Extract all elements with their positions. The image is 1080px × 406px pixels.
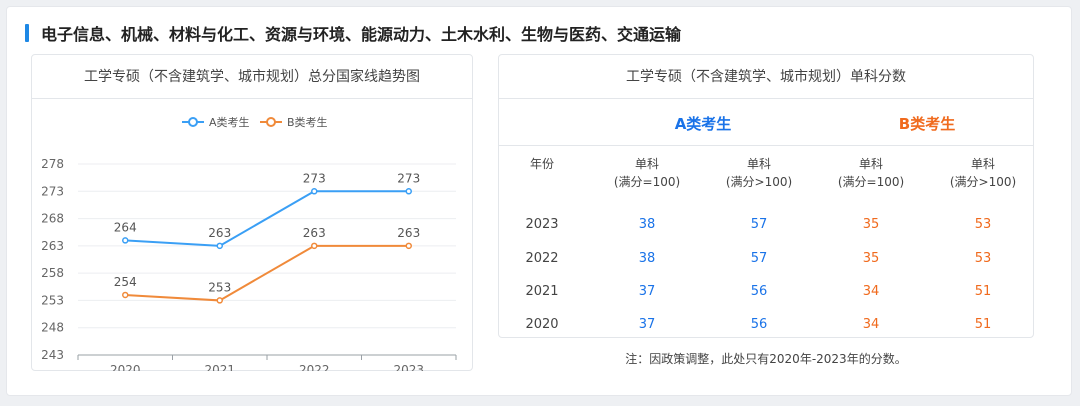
group-b-header: B类考生 [898, 115, 956, 133]
table-cell-b1: 35 [862, 217, 880, 232]
score-table-card: 工学专硕（不含建筑学、城市规划）单科分数 A类考生 B类考生 年份 单科 (满分… [498, 54, 1034, 338]
table-title: 工学专硕（不含建筑学、城市规划）单科分数 [499, 55, 1033, 99]
table-row-year: 2021 [525, 284, 559, 299]
data-point [311, 188, 318, 195]
column-header-a2-line2: (满分>100) [725, 175, 793, 189]
section-heading: 电子信息、机械、材料与化工、资源与环境、能源动力、土木水利、生物与医药、交通运输 [25, 22, 681, 44]
table-cell-b1: 35 [862, 251, 880, 266]
column-header-a1-line2: (满分=100) [613, 175, 681, 189]
column-header-a1: 单科 (满分=100) [591, 155, 703, 191]
table-row-year: 2023 [525, 217, 559, 232]
data-point [405, 188, 412, 195]
heading-accent-bar [25, 24, 29, 42]
data-label: 264 [114, 220, 137, 234]
group-a-header: A类考生 [674, 115, 732, 133]
table-cell-b2: 51 [974, 284, 992, 299]
data-point [311, 242, 318, 250]
legend-label: B类考生 [287, 115, 328, 129]
data-label: 273 [397, 171, 420, 185]
x-tick-label: 2021 [204, 363, 235, 371]
column-header-a2: 单科 (满分>100) [703, 155, 815, 191]
table-cell-a1: 37 [638, 284, 656, 299]
data-label: 273 [303, 171, 326, 185]
section-heading-text: 电子信息、机械、材料与化工、资源与环境、能源动力、土木水利、生物与医药、交通运输 [41, 25, 682, 44]
year-column-header: 年份 [529, 157, 554, 171]
column-header-b1-line1: 单科 [858, 157, 883, 171]
y-tick-label: 263 [41, 239, 64, 253]
chart-card: 工学专硕（不含建筑学、城市规划）总分国家线趋势图 243 248 253 258 263… [31, 54, 473, 371]
table-row-year: 2022 [525, 251, 559, 266]
chart-title: 工学专硕（不含建筑学、城市规划）总分国家线趋势图 [32, 55, 472, 99]
data-label: 263 [208, 226, 231, 240]
legend-marker [266, 117, 276, 127]
column-header-b1-line2: (满分=100) [837, 175, 905, 189]
column-header-b2: 单科 (满分>100) [927, 155, 1039, 191]
table-cell-a2: 57 [750, 217, 768, 232]
legend-marker [188, 117, 198, 127]
table-cell-b2: 51 [974, 317, 992, 332]
table-cell-a1: 37 [638, 317, 656, 332]
table-cell-b1: 34 [862, 284, 880, 299]
column-header-b2-line2: (满分>100) [949, 175, 1017, 189]
column-header-a1-line1: 单科 [634, 157, 659, 171]
table-note: 注：因政策调整，此处只有2020年-2023年的分数。 [625, 352, 907, 366]
y-tick-label: 258 [41, 266, 64, 280]
data-point [216, 242, 223, 250]
table-cell-b2: 53 [974, 251, 992, 266]
table-cell-b2: 53 [974, 217, 992, 232]
x-tick-label: 2022 [299, 363, 330, 371]
x-tick-label: 2023 [393, 363, 424, 371]
x-tick-label: 2020 [110, 363, 141, 371]
table-cell-a2: 57 [750, 251, 768, 266]
y-tick-label: 268 [41, 212, 64, 226]
table-cell-b1: 34 [862, 317, 880, 332]
table-cell-a1: 38 [638, 217, 656, 232]
data-label: 253 [208, 280, 231, 294]
table-cell-a2: 56 [750, 317, 768, 332]
data-point [405, 242, 412, 250]
table-cell-a2: 56 [750, 284, 768, 299]
data-label: 263 [303, 226, 326, 240]
data-point [216, 297, 223, 304]
y-tick-label: 243 [41, 348, 64, 362]
y-tick-label: 248 [41, 321, 64, 335]
table-row-year: 2020 [525, 317, 559, 332]
column-header-b2-line1: 单科 [970, 157, 995, 171]
data-point [122, 237, 129, 244]
table-divider [499, 145, 1033, 146]
data-point [122, 291, 129, 299]
column-header-a2-line1: 单科 [746, 157, 771, 171]
y-tick-label: 278 [41, 157, 64, 171]
line-chart: 243 248 253 258 263 268 273 278 2020 2021 2022 2023… [41, 115, 457, 371]
data-label: 263 [397, 226, 420, 240]
table-cell-a1: 38 [638, 251, 656, 266]
data-label: 254 [114, 275, 137, 289]
y-tick-label: 253 [41, 293, 64, 307]
column-header-b1: 单科 (满分=100) [815, 155, 927, 191]
legend-label: A类考生 [209, 115, 250, 129]
y-tick-label: 273 [41, 184, 64, 198]
